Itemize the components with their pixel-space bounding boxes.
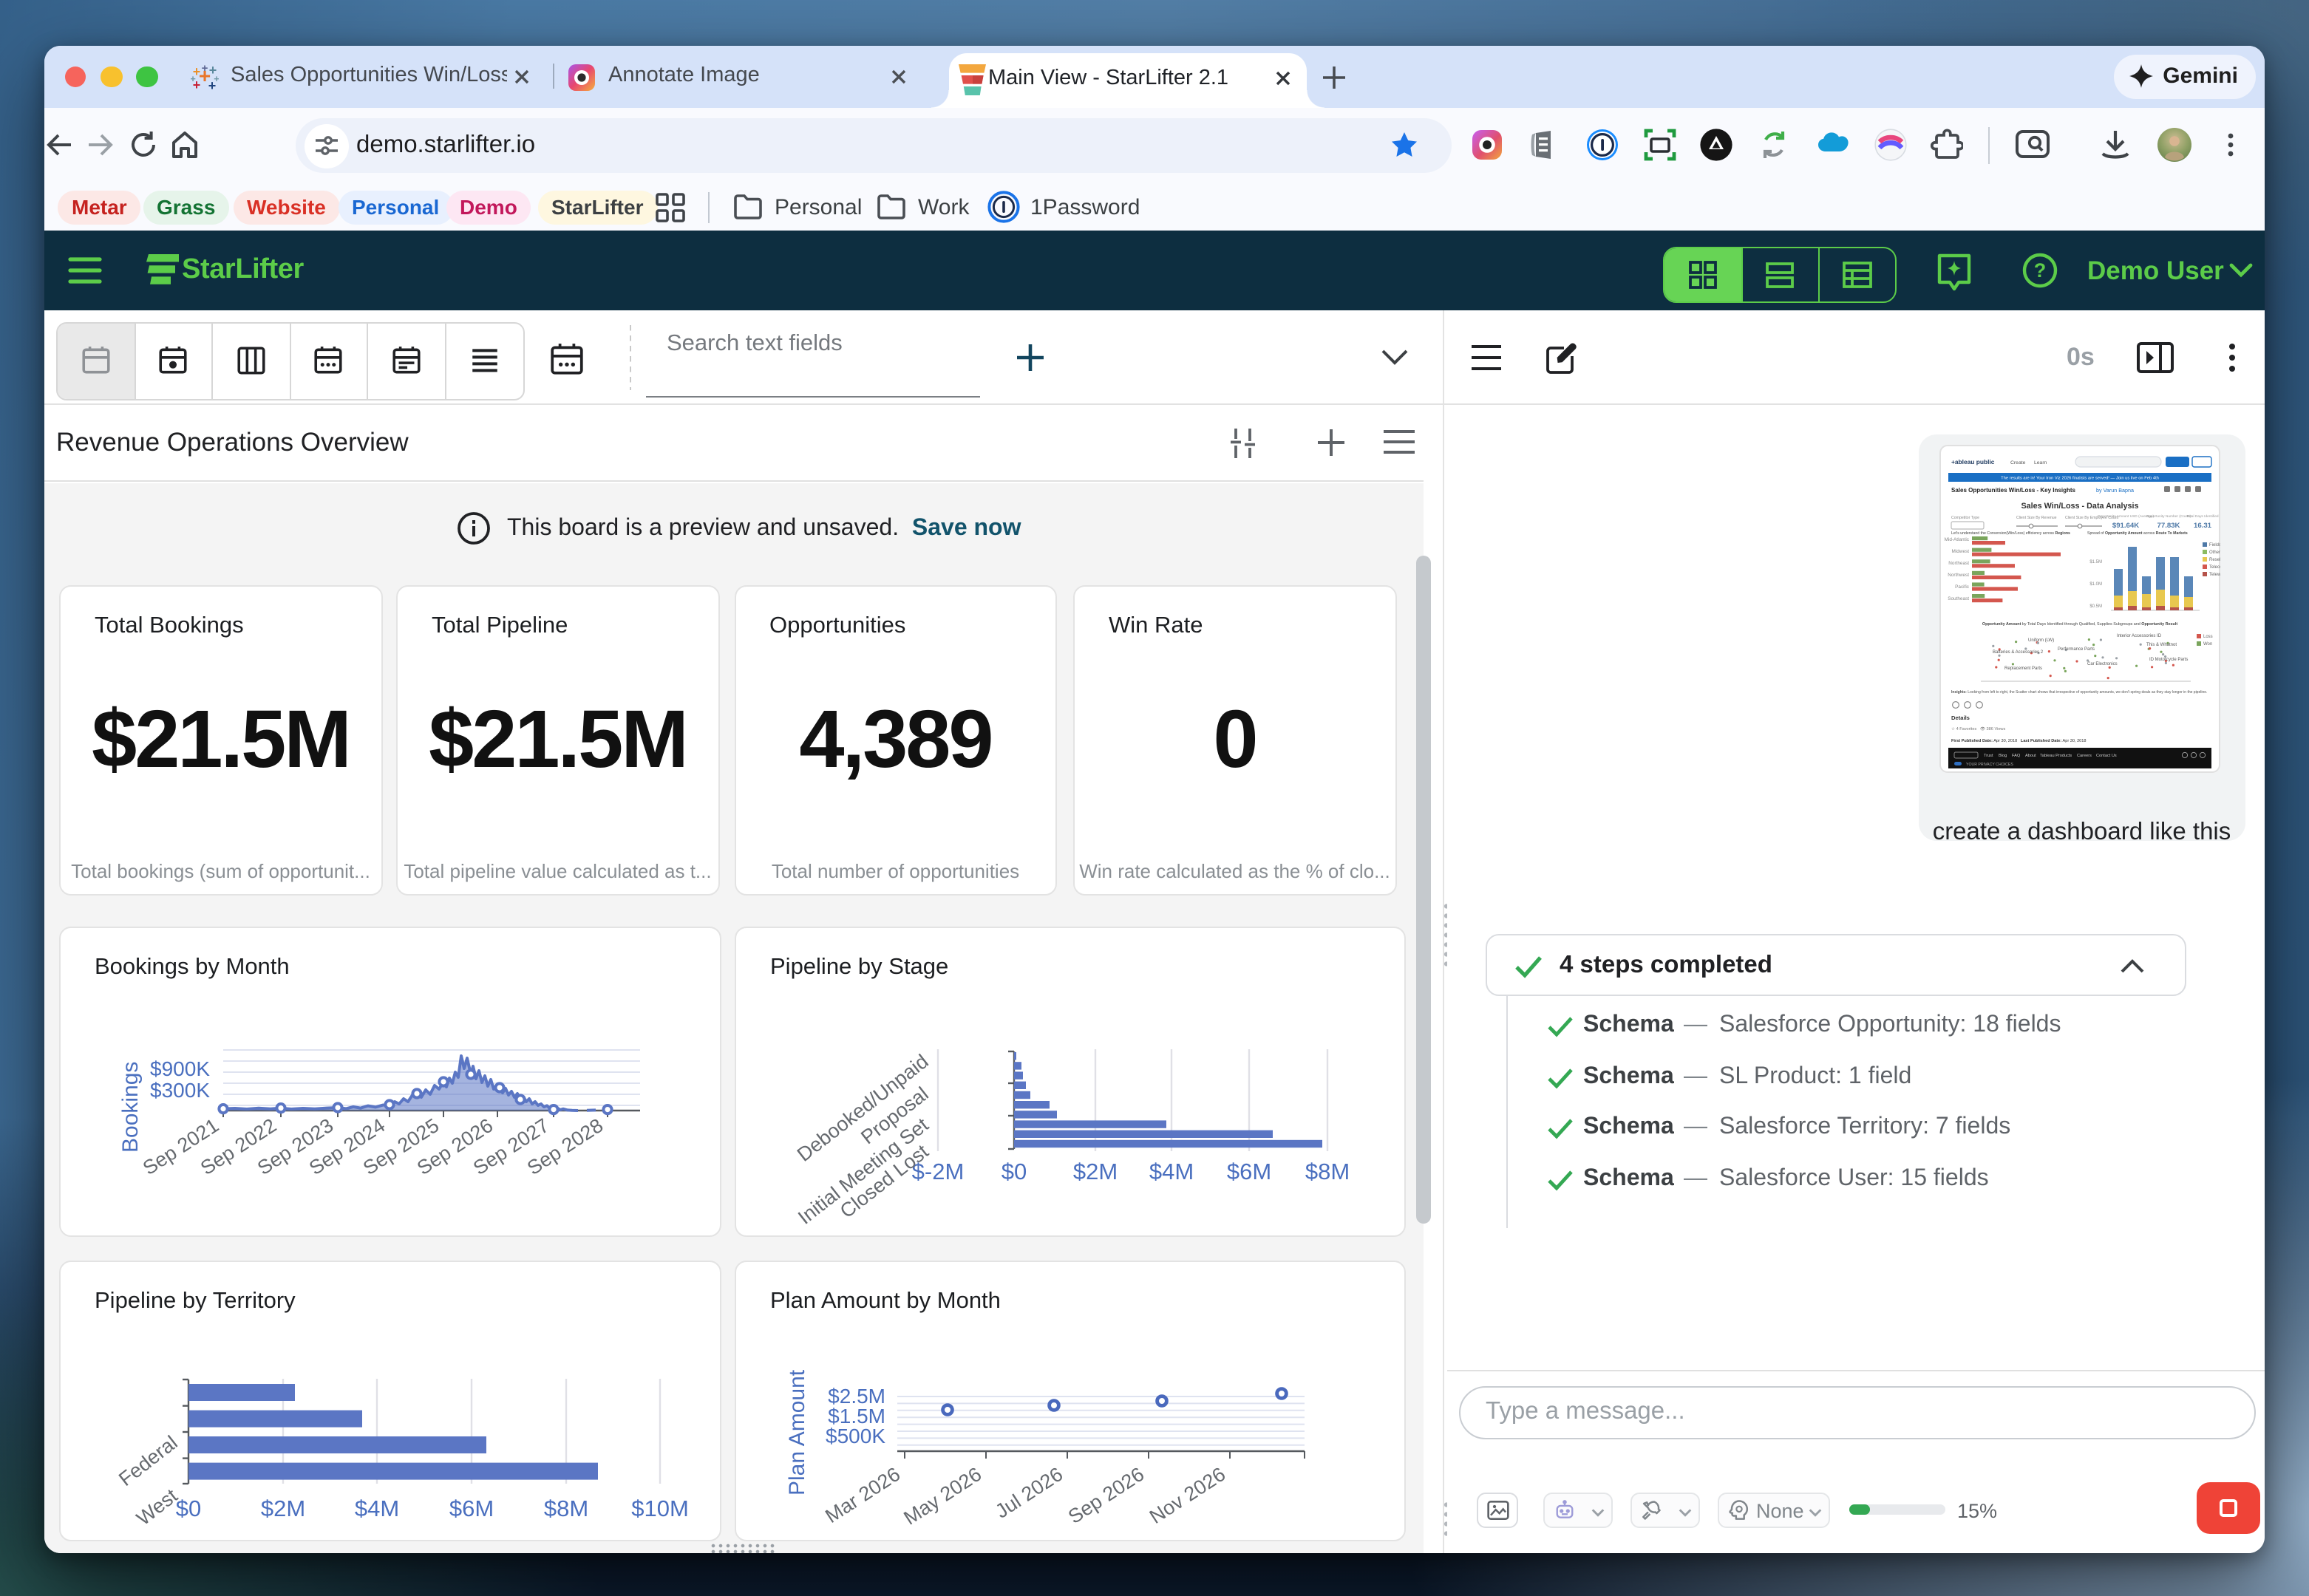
svg-text:Teleweb: Teleweb [2209,573,2220,577]
svg-text:Careers: Careers [2077,754,2092,758]
svg-text:YOUR PRIVACY CHOICES: YOUR PRIVACY CHOICES [1966,763,2013,767]
svg-text:Sales Opportunities Win/Loss -: Sales Opportunities Win/Loss - Key Insig… [1951,487,2076,494]
svg-text:$10M: $10M [631,1496,689,1521]
svg-text:Opportunity Number (Count): Opportunity Number (Count) [2146,514,2191,519]
svg-text:Let's understand the Conversio: Let's understand the Conversion(Win/Loss… [1951,531,2070,536]
svg-text:Mar 2026: Mar 2026 [821,1463,904,1527]
svg-text:FAQ: FAQ [2012,754,2021,758]
svg-text:$91.64K: $91.64K [2112,522,2139,530]
svg-text:$500K: $500K [826,1425,885,1447]
svg-text:$900K: $900K [150,1057,210,1080]
svg-text:Competitor Type: Competitor Type [1951,516,1979,520]
svg-text:$1.0M: $1.0M [2089,582,2102,587]
svg-text:$2M: $2M [1073,1159,1118,1184]
svg-text:$4M: $4M [355,1496,399,1521]
svg-text:Won: Won [2203,642,2212,647]
svg-text:16.31: 16.31 [2194,522,2212,530]
svg-text:Jul 2026: Jul 2026 [991,1463,1067,1523]
svg-text:Mid-Atlantic: Mid-Atlantic [1945,537,1970,542]
svg-text:Uniform (LW): Uniform (LW) [2028,638,2054,643]
svg-text:Midwest: Midwest [1952,549,1970,554]
svg-text:$6M: $6M [1227,1159,1271,1184]
svg-text:Trust: Trust [1984,754,1993,758]
svg-text:$2M: $2M [261,1496,305,1521]
svg-text:$0.5M: $0.5M [2089,604,2102,609]
svg-text:The results are in! Your Iron: The results are in! Your Iron Viz 2026 f… [2001,476,2159,480]
svg-text:Performance Parts: Performance Parts [2058,647,2095,652]
svg-text:Loss: Loss [2203,635,2213,639]
svg-text:Interior Accessories ID: Interior Accessories ID [2117,634,2162,638]
svg-text:by Varun Bapna: by Varun Bapna [2096,487,2134,494]
svg-text:$8M: $8M [544,1496,588,1521]
svg-text:Fields Done: Fields Done [2209,543,2220,548]
svg-text:77.83K: 77.83K [2157,522,2180,530]
svg-text:Details: Details [1951,715,1970,721]
svg-text:Client Size By Revenue: Client Size By Revenue [2016,516,2057,520]
svg-text:Plan Amount: Plan Amount [785,1369,809,1496]
svg-text:May 2026: May 2026 [900,1463,985,1530]
svg-text:Reseller: Reseller [2209,558,2220,562]
svg-text:Federal: Federal [115,1431,182,1490]
svg-text:Batteries & Accessories 2: Batteries & Accessories 2 [1993,650,2044,655]
svg-text:+ableau public: +ableau public [1951,458,1995,466]
svg-text:$4M: $4M [1149,1159,1194,1184]
svg-text:Northwest: Northwest [1948,573,1969,578]
svg-text:Telecoverage: Telecoverage [2209,565,2220,570]
svg-text:$1.5M: $1.5M [2089,560,2102,565]
svg-text:$6M: $6M [449,1496,494,1521]
svg-text:Bookings: Bookings [118,1062,143,1153]
svg-text:Contact Us: Contact Us [2096,754,2117,758]
svg-text:$8M: $8M [1305,1159,1350,1184]
svg-text:This & Whatnot: This & Whatnot [2146,643,2177,647]
svg-text:Learn: Learn [2034,460,2047,466]
svg-text:Other: Other [2209,550,2220,555]
svg-text:First Published Date: Apr 30,: First Published Date: Apr 30, 2018 Last … [1951,739,2087,743]
svg-text:Car Electronics: Car Electronics [2087,662,2118,666]
svg-text:Sales Win/Loss - Data Analysis: Sales Win/Loss - Data Analysis [2021,502,2138,511]
svg-text:$300K: $300K [150,1079,210,1102]
svg-text:Tableau Products: Tableau Products [2040,754,2072,758]
svg-text:Blog: Blog [1999,754,2007,758]
svg-text:Northeast: Northeast [1948,561,1969,566]
svg-text:Southeast: Southeast [1948,596,1969,601]
svg-text:Opportunity Amount by Total Da: Opportunity Amount by Total Days Identif… [1982,622,2177,627]
svg-text:Replacement Parts: Replacement Parts [2004,666,2042,671]
svg-text:+: + [214,72,219,83]
svg-text:Nov 2026: Nov 2026 [1146,1463,1229,1528]
svg-text:☆ 4 Favorites 👁 386 Views: ☆ 4 Favorites 👁 386 Views [1951,726,2005,732]
svg-text:?: ? [2034,259,2047,282]
svg-text:ID Motorcycle Parts: ID Motorcycle Parts [2149,658,2188,662]
svg-text:About: About [2025,754,2036,758]
svg-text:Spread of Opportunity Amount a: Spread of Opportunity Amount across Rout… [2087,531,2188,536]
svg-text:$0: $0 [1002,1159,1027,1184]
svg-text:West: West [132,1484,182,1530]
svg-text:Sep 2026: Sep 2026 [1064,1463,1148,1528]
svg-text:+: + [191,72,196,83]
svg-text:Create: Create [2010,460,2026,466]
svg-text:Pacific: Pacific [1955,584,1970,590]
svg-text:+: + [202,63,208,74]
svg-text:Insights: Looking from left to: Insights: Looking from left to right, th… [1951,690,2207,695]
svg-text:Total Days Identified: Total Days Identified [2186,514,2219,519]
